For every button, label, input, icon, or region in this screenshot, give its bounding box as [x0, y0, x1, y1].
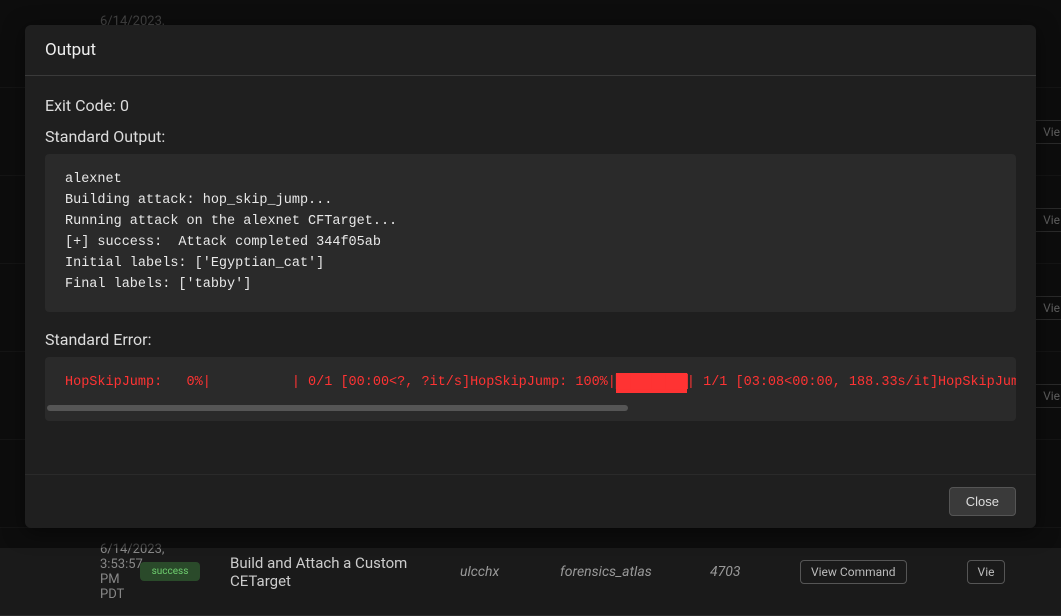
- progress-bar-glyph: ██████████: [616, 373, 687, 394]
- status-badge: success: [140, 562, 200, 581]
- stdout-block: alexnet Building attack: hop_skip_jump..…: [45, 154, 1016, 312]
- horizontal-scrollbar[interactable]: [47, 405, 628, 411]
- date-cell: 6/14/2023, 3:53:57 PM PDT: [0, 542, 130, 602]
- status-cell: success: [140, 562, 200, 581]
- close-button[interactable]: Close: [949, 487, 1016, 516]
- stderr-text-pre: HopSkipJump: 0%| | 0/1 [00:00<?, ?it/s]H…: [65, 375, 616, 390]
- view-button-partial[interactable]: Vie: [967, 560, 1006, 584]
- id-cell: 4703: [710, 564, 790, 580]
- stderr-block[interactable]: HopSkipJump: 0%| | 0/1 [00:00<?, ?it/s]H…: [45, 357, 1016, 422]
- stderr-label: Standard Error:: [45, 330, 1016, 349]
- project-cell: forensics_atlas: [560, 564, 710, 580]
- modal-title: Output: [45, 40, 1016, 60]
- modal-header: Output: [25, 25, 1036, 76]
- modal-footer: Close: [25, 474, 1036, 528]
- task-cell: Build and Attach a Custom CETarget: [200, 554, 460, 590]
- output-modal: Output Exit Code: 0 Standard Output: ale…: [25, 25, 1036, 528]
- stderr-text-post: | 1/1 [03:08<00:00, 188.33s/it]HopSkipJu…: [687, 375, 1016, 390]
- stdout-label: Standard Output:: [45, 127, 1016, 146]
- view-command-button[interactable]: View Command: [800, 560, 907, 584]
- user-cell: ulcchx: [460, 564, 560, 580]
- exit-code-label: Exit Code: 0: [45, 96, 1016, 115]
- modal-body: Exit Code: 0 Standard Output: alexnet Bu…: [25, 76, 1036, 474]
